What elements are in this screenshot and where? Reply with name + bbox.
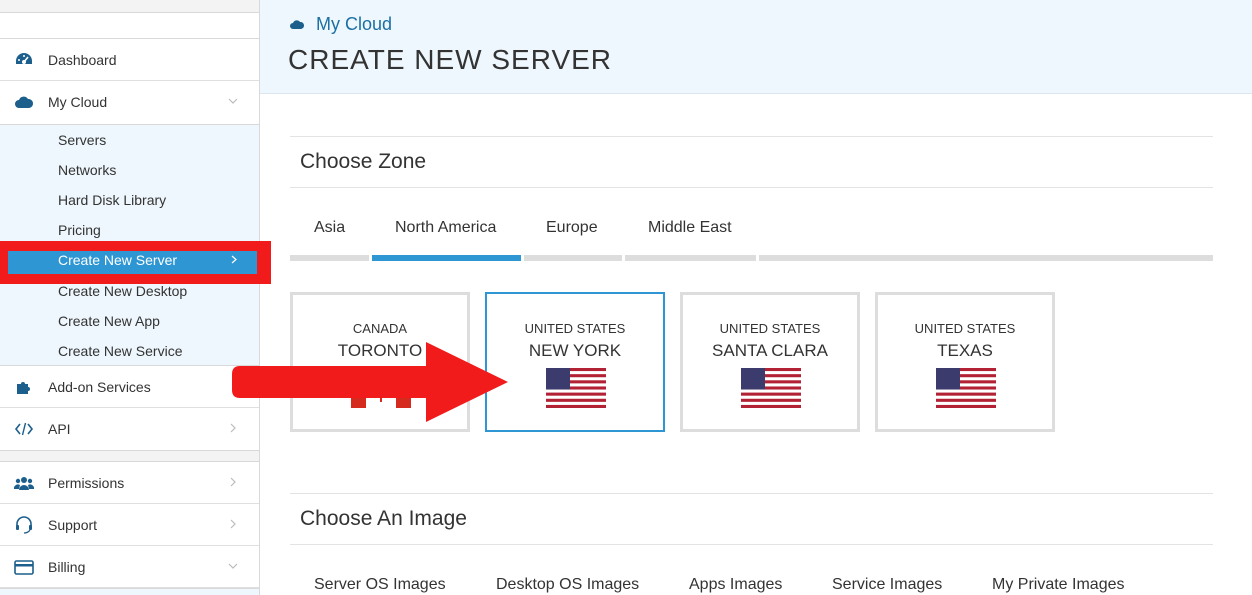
zone-country: UNITED STATES [524,321,626,336]
section-title-choose-zone: Choose Zone [300,150,427,173]
users-icon [14,477,34,490]
sidebar-item-permissions[interactable]: Permissions [0,462,259,504]
sidebar-item-dashboard[interactable]: Dashboard [0,39,259,81]
divider [290,493,1213,494]
submenu-item-create-new-server[interactable]: Create New Server [58,252,177,268]
tab-desktop-os-images[interactable]: Desktop OS Images [496,576,639,594]
sidebar-group-divider [0,450,259,462]
submenu-item-servers[interactable]: Servers [58,132,106,148]
tab-underline-north-america [372,255,521,261]
submenu-item-create-new-desktop[interactable]: Create New Desktop [58,283,187,299]
tab-apps-images[interactable]: Apps Images [689,576,782,594]
divider [290,136,1213,137]
headset-icon [16,516,32,534]
breadcrumb-my-cloud[interactable]: My Cloud [316,14,392,35]
tab-underline-europe [524,255,622,261]
tab-middle-east[interactable]: Middle East [648,219,732,237]
sidebar-item-label: API [48,421,71,437]
zone-country: UNITED STATES [719,321,821,336]
submenu-item-create-new-app[interactable]: Create New App [58,313,160,329]
sidebar-item-label: Permissions [48,475,125,491]
tab-underline-asia [290,255,369,261]
zone-card-santa-clara[interactable]: UNITED STATES SANTA CLARA [680,292,860,432]
us-flag-icon [936,368,996,408]
chevron-right-icon [231,255,237,264]
zone-card-new-york[interactable]: UNITED STATES NEW YORK [485,292,665,432]
divider [290,187,1213,188]
page-title: CREATE NEW SERVER [288,44,613,75]
sidebar-item-label: Billing [48,559,86,575]
sidebar-bottom-strip [0,588,259,595]
sidebar-item-label: Support [48,517,98,533]
tab-my-private-images[interactable]: My Private Images [992,576,1124,594]
sidebar-top-strip [0,0,259,13]
zone-country: CANADA [352,321,408,336]
sidebar-item-label: My Cloud [48,94,108,110]
sidebar-item-my-cloud[interactable]: My Cloud [0,81,259,123]
us-flag-icon [546,368,606,408]
zone-city: TEXAS [937,341,993,360]
cloud-icon [15,96,34,108]
chevron-down-icon [228,98,238,104]
submenu-item-hard-disk-library[interactable]: Hard Disk Library [58,192,166,208]
zone-country: UNITED STATES [914,321,1016,336]
tab-asia[interactable]: Asia [314,219,345,237]
sidebar-item-api[interactable]: API [0,408,259,450]
chevron-right-icon [230,477,236,487]
sidebar-item-billing[interactable]: Billing [0,546,259,588]
section-title-choose-image: Choose An Image [300,507,467,530]
tab-north-america[interactable]: North America [395,219,496,237]
sidebar-item-support[interactable]: Support [0,504,259,546]
submenu-item-create-new-service[interactable]: Create New Service [58,343,183,359]
zone-card-texas[interactable]: UNITED STATES TEXAS [875,292,1055,432]
tab-europe[interactable]: Europe [546,219,598,237]
zone-city: SANTA CLARA [712,341,828,360]
sidebar-item-label: Dashboard [48,52,117,68]
puzzle-icon [17,382,30,394]
annotation-arrow-icon [232,342,508,422]
credit-card-icon [14,560,34,575]
tab-underline-middle-east [625,255,756,261]
submenu-item-pricing[interactable]: Pricing [58,222,101,238]
sidebar-item-label: Add-on Services [48,379,151,395]
code-icon [14,422,34,436]
divider [290,544,1213,545]
sidebar-item-add-on-services[interactable]: Add-on Services [0,366,259,408]
cloud-icon [290,20,305,29]
tab-service-images[interactable]: Service Images [832,576,942,594]
sidebar: Dashboard My Cloud Servers Networks Hard… [0,0,271,595]
dashboard-icon [16,53,32,64]
us-flag-icon [741,368,801,408]
tab-underline-filler [759,255,1213,261]
submenu-item-networks[interactable]: Networks [58,162,116,178]
tab-server-os-images[interactable]: Server OS Images [314,576,446,594]
chevron-down-icon [228,563,238,569]
chevron-right-icon [230,519,236,529]
zone-city: NEW YORK [528,341,622,360]
